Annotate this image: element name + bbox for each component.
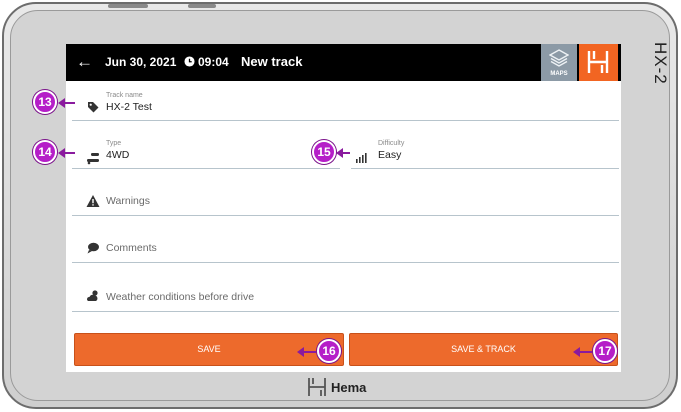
callout-16: 16 [317, 339, 341, 363]
track-name-value: HX-2 Test [106, 101, 152, 113]
callout-14: 14 [33, 140, 57, 164]
callout-17-arrow [573, 347, 592, 357]
callout-13: 13 [33, 90, 57, 114]
comments-field[interactable]: Comments [72, 235, 619, 263]
layers-icon [549, 49, 569, 67]
callout-17: 17 [593, 339, 617, 363]
weather-placeholder: Weather conditions before drive [106, 291, 255, 303]
tag-icon [88, 102, 99, 113]
page-title: New track [241, 54, 303, 69]
maps-label: MAPS [550, 71, 568, 77]
power-button[interactable] [108, 4, 148, 8]
difficulty-label: Difficulty [378, 140, 405, 147]
track-name-field[interactable]: Track name HX-2 Test [72, 88, 619, 121]
app-bar: ← Jun 30, 2021 09:04 New track MAPS [66, 44, 621, 81]
type-label: Type [106, 140, 122, 147]
difficulty-field[interactable]: Difficulty Easy [351, 138, 619, 169]
track-name-label: Track name [106, 92, 143, 99]
volume-button[interactable] [188, 4, 216, 8]
signal-bars-icon [356, 153, 367, 163]
difficulty-value: Easy [378, 149, 402, 161]
weather-icon [87, 290, 98, 301]
vehicle-icon [87, 153, 99, 165]
hema-logo-icon [587, 51, 609, 73]
weather-field[interactable]: Weather conditions before drive [72, 283, 619, 312]
callout-13-arrow [58, 98, 75, 108]
app-screen: ← Jun 30, 2021 09:04 New track MAPS Trac… [66, 44, 621, 372]
warnings-field[interactable]: Warnings [72, 188, 619, 216]
hema-brand-logo-icon [308, 378, 326, 396]
callout-15: 15 [312, 140, 336, 164]
time-text: 09:04 [198, 55, 229, 69]
clock-icon [184, 56, 195, 67]
hema-logo-button[interactable] [579, 44, 618, 81]
warnings-placeholder: Warnings [106, 195, 150, 207]
callout-14-arrow [58, 148, 75, 158]
footer-brand: Hema [331, 380, 367, 395]
comment-icon [87, 242, 99, 254]
device-model-label: HX-2 [651, 42, 670, 85]
type-field[interactable]: Type 4WD [72, 138, 340, 169]
type-value: 4WD [106, 149, 130, 161]
warning-icon [86, 195, 100, 207]
maps-button[interactable]: MAPS [541, 44, 577, 81]
comments-placeholder: Comments [106, 242, 157, 254]
callout-15-arrow [336, 148, 350, 158]
callout-16-arrow [297, 347, 316, 357]
date-text: Jun 30, 2021 [105, 55, 177, 69]
back-arrow-icon[interactable]: ← [76, 52, 96, 72]
